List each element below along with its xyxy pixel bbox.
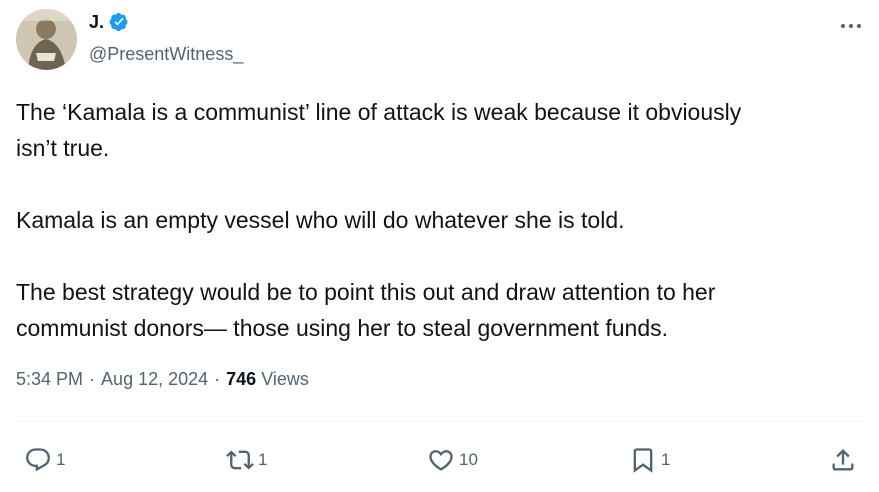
views-count: 746 [226,369,257,389]
tweet-text: The ‘Kamala is a communist’ line of atta… [16,94,866,346]
tweet-line: isn’t true. [16,135,110,161]
reply-icon [26,448,50,472]
like-button[interactable]: 10 [427,446,478,474]
meta-separator: · [89,369,96,389]
avatar[interactable] [16,9,77,70]
divider [16,421,864,422]
tweet-time[interactable]: 5:34 PM [16,369,83,390]
tweet-line: The ‘Kamala is a communist’ line of atta… [16,99,742,125]
retweet-icon [226,450,254,470]
author-handle[interactable]: @PresentWitness_ [89,44,243,65]
meta-separator: · [214,369,221,389]
bookmark-button[interactable]: 1 [629,446,670,474]
tweet-line: The best strategy would be to point this… [16,279,716,305]
heart-icon [429,450,453,471]
views-label: Views [261,369,309,389]
display-name[interactable]: J. [89,12,104,33]
tweet-line: communist donors— those using her to ste… [16,315,669,341]
like-count: 10 [459,450,478,469]
tweet-line: Kamala is an empty vessel who will do wh… [16,207,625,233]
retweet-count: 1 [258,450,268,469]
tweet-date[interactable]: Aug 12, 2024 [101,369,208,390]
bookmark-icon [633,448,653,473]
share-button[interactable] [829,446,857,474]
tweet-meta: 5:34 PM · Aug 12, 2024 · 746 Views [16,369,309,390]
verified-badge-icon[interactable] [109,12,129,32]
reply-button[interactable]: 1 [24,446,65,474]
author-block: J. @PresentWitness_ [89,11,243,65]
name-row: J. [89,11,243,33]
action-bar: 1 1 10 1 [0,444,879,476]
retweet-button[interactable]: 1 [226,446,267,474]
reply-count: 1 [56,450,66,469]
share-icon [832,449,854,471]
bookmark-count: 1 [661,450,671,469]
more-dots-icon [841,24,861,28]
more-options-button[interactable] [836,16,866,36]
